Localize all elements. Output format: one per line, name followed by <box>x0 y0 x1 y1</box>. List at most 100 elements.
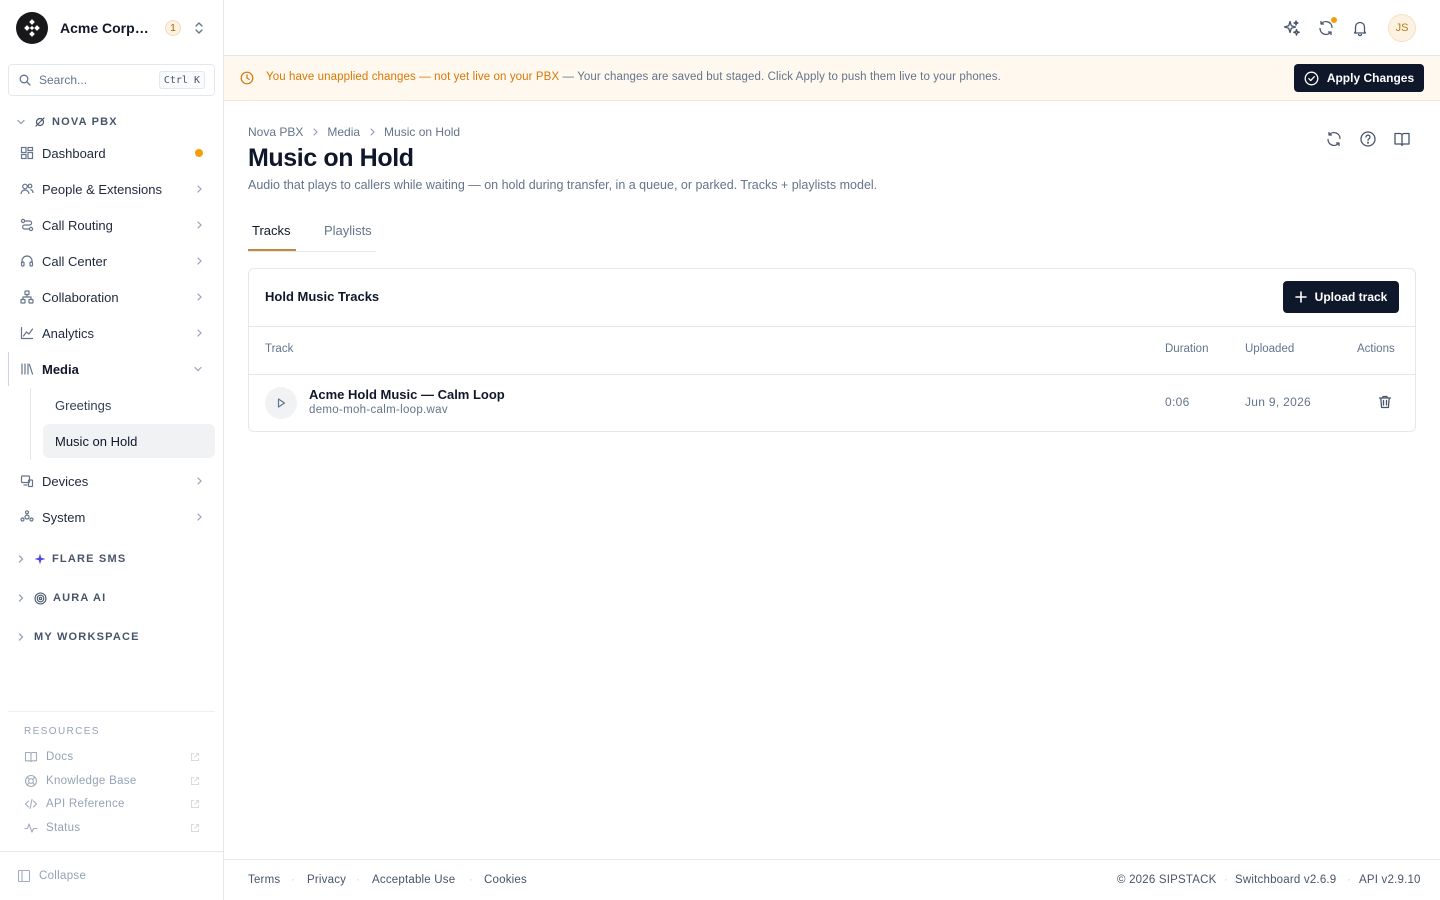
track-filename: demo-moh-calm-loop.wav <box>309 404 448 416</box>
chevron-right-icon <box>195 184 203 194</box>
system-icon <box>20 510 34 524</box>
external-link-icon <box>190 823 200 833</box>
nav-music-on-hold[interactable]: Music on Hold <box>43 424 215 458</box>
section-my-workspace[interactable]: MY WORKSPACE <box>16 629 140 645</box>
section-label: MY WORKSPACE <box>34 631 140 643</box>
resource-label: Status <box>46 822 81 834</box>
bell-icon[interactable] <box>1351 19 1369 37</box>
sparkle-icon <box>34 553 46 565</box>
section-nova-pbx[interactable]: NOVA PBX <box>16 114 118 130</box>
submenu-rail <box>30 388 31 460</box>
phone-tilted-icon <box>34 116 46 128</box>
resource-docs[interactable]: Docs <box>24 747 200 767</box>
apply-changes-button[interactable]: Apply Changes <box>1294 64 1424 92</box>
search-icon <box>19 74 31 86</box>
lifebuoy-icon <box>24 774 38 788</box>
nav-analytics[interactable]: Analytics <box>8 316 215 350</box>
code-icon <box>24 797 38 811</box>
footer: Terms · Privacy · Acceptable Use · Cooki… <box>224 859 1440 900</box>
apply-label: Apply Changes <box>1326 71 1415 85</box>
column-uploaded: Uploaded <box>1245 343 1295 355</box>
section-aura-ai[interactable]: AURA AI <box>16 590 106 606</box>
search-shortcut: Ctrl K <box>158 71 205 89</box>
search-input[interactable]: Search... Ctrl K <box>8 64 215 96</box>
search-placeholder: Search... <box>39 73 88 87</box>
section-flare-sms[interactable]: FLARE SMS <box>16 551 126 567</box>
column-duration: Duration <box>1165 343 1209 355</box>
nav-devices[interactable]: Devices <box>8 464 215 498</box>
tab-tracks[interactable]: Tracks <box>252 209 291 251</box>
user-avatar[interactable]: JS <box>1388 14 1416 42</box>
breadcrumb-item[interactable]: Media <box>327 125 360 139</box>
footer-api-version: API v2.9.10 <box>1359 874 1421 886</box>
section-label: AURA AI <box>53 592 107 604</box>
upload-label: Upload track <box>1314 290 1388 304</box>
nav-greetings[interactable]: Greetings <box>43 388 215 422</box>
tab-playlists[interactable]: Playlists <box>324 209 372 251</box>
nav-dashboard[interactable]: Dashboard <box>8 136 215 170</box>
page-subtitle: Audio that plays to callers while waitin… <box>248 178 878 192</box>
track-name: Acme Hold Music — Calm Loop <box>309 387 505 402</box>
devices-icon <box>20 474 34 488</box>
column-track: Track <box>265 343 294 355</box>
footer-separator: · <box>291 874 295 886</box>
notification-dot <box>195 149 203 157</box>
play-button[interactable] <box>265 387 297 419</box>
external-link-icon <box>190 752 200 762</box>
tab-bar: Tracks Playlists <box>248 209 376 252</box>
resource-label: Docs <box>46 751 74 763</box>
refresh-icon[interactable] <box>1325 130 1343 148</box>
org-badge: 1 <box>165 20 181 36</box>
footer-copyright: © 2026 SIPSTACK <box>1117 874 1217 886</box>
external-link-icon <box>190 776 200 786</box>
footer-link-terms[interactable]: Terms <box>248 874 280 886</box>
resources-title: RESOURCES <box>24 726 100 737</box>
org-name: Acme Corporation <box>60 20 154 36</box>
trash-icon[interactable] <box>1377 394 1393 410</box>
banner-highlight: You have unapplied changes — not yet liv… <box>266 71 560 83</box>
card-title: Hold Music Tracks <box>265 289 380 304</box>
nav-call-routing[interactable]: Call Routing <box>8 208 215 242</box>
chevron-right-icon <box>195 292 203 302</box>
nav-collaboration[interactable]: Collaboration <box>8 280 215 314</box>
chevron-right-icon <box>16 593 26 603</box>
footer-link-privacy[interactable]: Privacy <box>307 874 346 886</box>
upload-track-button[interactable]: Upload track <box>1283 281 1399 313</box>
nav-label: Dashboard <box>42 145 106 161</box>
resource-label: API Reference <box>46 798 125 810</box>
nav-label: Call Center <box>42 253 108 269</box>
book-open-icon[interactable] <box>1393 130 1411 148</box>
resource-knowledge-base[interactable]: Knowledge Base <box>24 771 200 791</box>
banner-message: You have unapplied changes — not yet liv… <box>266 71 1001 83</box>
nav-people-extensions[interactable]: People & Extensions <box>8 172 215 206</box>
footer-link-acceptable-use[interactable]: Acceptable Use <box>372 874 455 886</box>
collapse-sidebar-button[interactable]: Collapse <box>0 851 223 900</box>
footer-link-cookies[interactable]: Cookies <box>484 874 527 886</box>
footer-separator: · <box>1347 874 1351 886</box>
nav-media[interactable]: Media <box>8 352 215 386</box>
chevron-down-icon <box>16 117 26 127</box>
chevron-right-icon <box>195 256 203 266</box>
clock-icon <box>240 71 254 85</box>
play-icon <box>275 397 287 409</box>
breadcrumb-item[interactable]: Nova PBX <box>248 125 303 139</box>
breadcrumb-current: Music on Hold <box>384 125 461 139</box>
resource-status[interactable]: Status <box>24 818 200 838</box>
active-tab-underline <box>248 249 296 251</box>
activity-icon <box>24 821 38 835</box>
nav-call-center[interactable]: Call Center <box>8 244 215 278</box>
sync-pending-dot <box>1330 16 1338 24</box>
org-switcher[interactable]: Acme Corporation 1 <box>0 0 223 56</box>
chevron-right-icon <box>195 328 203 338</box>
chevron-right-icon <box>195 220 203 230</box>
chevron-right-icon <box>16 554 26 564</box>
nav-system[interactable]: System <box>8 500 215 534</box>
nav-label: Devices <box>42 473 89 489</box>
chevron-down-icon <box>193 364 203 374</box>
help-circle-icon[interactable] <box>1359 130 1377 148</box>
chevron-right-icon <box>16 632 26 642</box>
hold-music-tracks-card: Hold Music Tracks Upload track Track Dur… <box>248 268 1416 432</box>
resources-panel: RESOURCES Docs Knowledge Base API Refere… <box>8 711 215 834</box>
sparkles-icon[interactable] <box>1283 19 1301 37</box>
resource-api-reference[interactable]: API Reference <box>24 794 200 814</box>
